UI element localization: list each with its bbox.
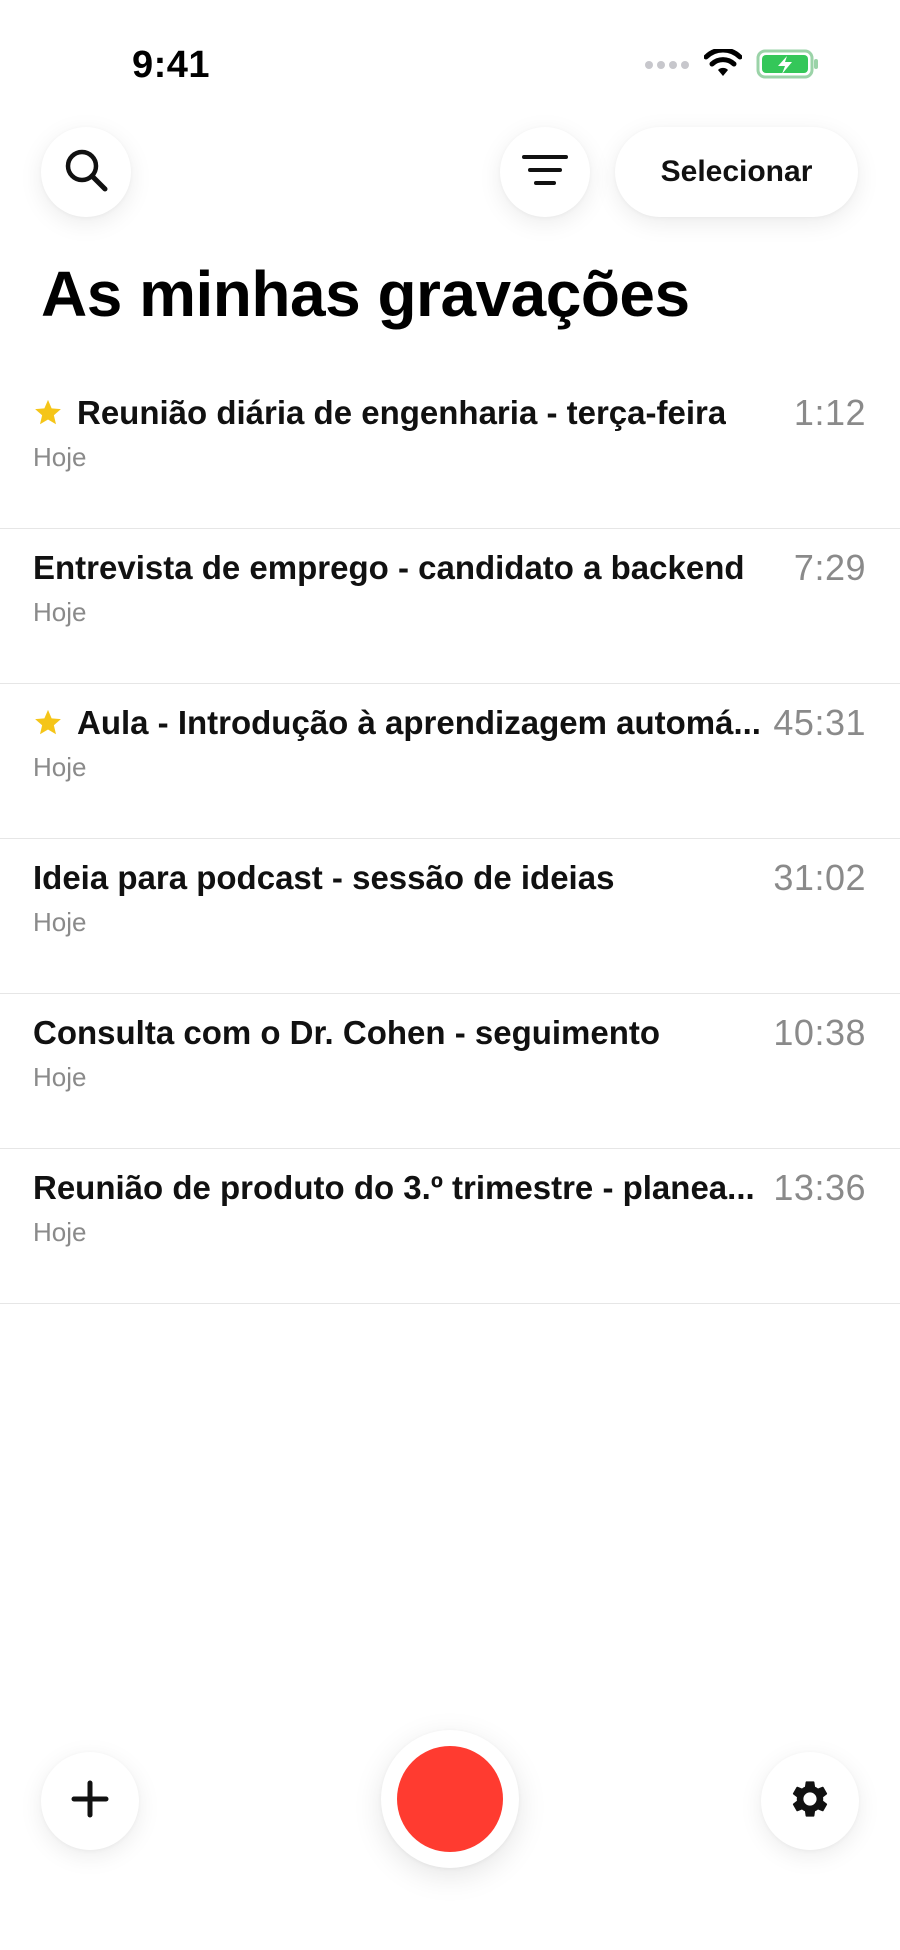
- plus-icon: [70, 1779, 110, 1824]
- battery-charging-icon: [756, 48, 820, 85]
- add-button[interactable]: [41, 1752, 139, 1850]
- filter-button[interactable]: [500, 127, 590, 217]
- recording-duration: 1:12: [793, 392, 866, 433]
- recordings-list: Reunião diária de engenharia - terça-fei…: [0, 374, 900, 1304]
- recording-date: Hoje: [33, 442, 87, 472]
- cellular-signal-icon: [644, 58, 690, 76]
- recording-duration: 7:29: [793, 547, 866, 588]
- recording-title: Consulta com o Dr. Cohen - seguimento: [33, 1014, 661, 1051]
- recording-duration: 10:38: [773, 1012, 866, 1053]
- record-icon: [397, 1746, 503, 1852]
- recording-title: Reunião de produto do 3.º trimestre - pl…: [33, 1169, 755, 1206]
- status-time: 9:41: [132, 44, 211, 86]
- recording-row[interactable]: Consulta com o Dr. Cohen - seguimento Ho…: [0, 994, 900, 1149]
- search-button[interactable]: [41, 127, 131, 217]
- search-icon: [63, 147, 109, 198]
- recording-date: Hoje: [33, 1062, 87, 1092]
- recording-title: Aula - Introdução à aprendizagem automá.…: [77, 704, 761, 741]
- recording-row[interactable]: Aula - Introdução à aprendizagem automá.…: [0, 684, 900, 839]
- recording-date: Hoje: [33, 597, 87, 627]
- star-icon: [35, 399, 61, 425]
- recording-duration: 45:31: [773, 702, 866, 743]
- recording-date: Hoje: [33, 907, 87, 937]
- recording-row[interactable]: Ideia para podcast - sessão de ideias Ho…: [0, 839, 900, 994]
- recording-date: Hoje: [33, 752, 87, 782]
- gear-icon: [788, 1777, 832, 1826]
- recording-row[interactable]: Reunião diária de engenharia - terça-fei…: [0, 374, 900, 529]
- filter-icon: [521, 153, 569, 192]
- recording-title: Entrevista de emprego - candidato a back…: [33, 549, 745, 586]
- recording-title: Reunião diária de engenharia - terça-fei…: [77, 394, 727, 431]
- recording-date: Hoje: [33, 1217, 87, 1247]
- recording-duration: 31:02: [773, 857, 866, 898]
- page-title: As minhas gravações: [41, 258, 690, 330]
- recording-duration: 13:36: [773, 1167, 866, 1208]
- settings-button[interactable]: [761, 1752, 859, 1850]
- record-button[interactable]: [381, 1730, 519, 1868]
- recording-row[interactable]: Entrevista de emprego - candidato a back…: [0, 529, 900, 684]
- status-bar: 9:41: [0, 0, 900, 110]
- recording-title: Ideia para podcast - sessão de ideias: [33, 859, 615, 896]
- wifi-icon: [703, 47, 743, 84]
- select-button[interactable]: Selecionar: [615, 127, 858, 217]
- recording-row[interactable]: Reunião de produto do 3.º trimestre - pl…: [0, 1149, 900, 1304]
- star-icon: [35, 709, 61, 735]
- status-icons: [644, 47, 820, 85]
